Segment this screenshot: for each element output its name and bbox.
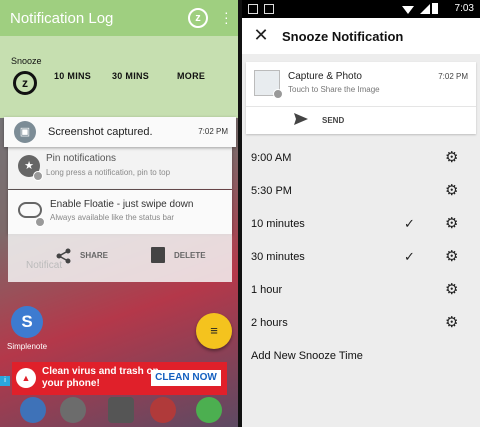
image-icon: ▣ [14, 121, 36, 143]
app-badge-icon [273, 89, 283, 99]
status-bar: 7:03 [242, 0, 480, 18]
notification-screenshot[interactable]: ▣ Screenshot captured. 7:02 PM [4, 117, 236, 147]
simplenote-app-icon[interactable]: S [11, 306, 43, 338]
floating-action-button[interactable]: ≡ [196, 313, 232, 349]
snooze-30-mins-button[interactable]: 30 MINS [112, 71, 149, 81]
notification-subtitle: Touch to Share the Image [288, 85, 380, 94]
snooze-option-10-minutes[interactable]: 10 minutes ✓ ⚙ [242, 208, 480, 241]
snooze-icon[interactable]: z [188, 8, 208, 28]
card-divider [246, 106, 476, 107]
notification-title: Screenshot captured. [48, 126, 153, 138]
notification-time: 7:02 PM [198, 127, 228, 136]
app-badge-icon [35, 217, 45, 227]
snooze-option-label: 9:00 AM [251, 152, 292, 164]
notification-pin[interactable]: ★ Pin notifications Long press a notific… [8, 147, 232, 189]
notification-title: Pin notifications [46, 153, 117, 164]
snooze-option-label: 5:30 PM [251, 185, 292, 197]
snooze-toolbar: ✕ Snooze Notification [242, 18, 480, 54]
snooze-option-2-hours[interactable]: 2 hours ⚙ [242, 307, 480, 340]
page-title: Snooze Notification [282, 29, 404, 44]
wifi-icon [402, 6, 414, 14]
check-icon: ✓ [404, 249, 415, 264]
gear-icon[interactable]: ⚙ [445, 150, 458, 166]
snooze-option-530pm[interactable]: 5:30 PM ⚙ [242, 175, 480, 208]
notification-card[interactable]: Capture & Photo Touch to Share the Image… [246, 62, 476, 134]
add-snooze-time-label: Add New Snooze Time [251, 350, 363, 362]
signal-icon [420, 4, 430, 14]
check-icon: ✓ [404, 216, 415, 231]
snooze-more-button[interactable]: MORE [177, 71, 205, 81]
app-drawer-icon[interactable] [108, 397, 134, 423]
notification-log-screen: Notification Log z · · · Snooze z 10 MINS … [0, 0, 238, 427]
gear-icon[interactable]: ⚙ [445, 216, 458, 232]
app-title: Notification Log [10, 10, 114, 27]
send-icon[interactable] [294, 113, 308, 125]
status-time: 7:03 [454, 3, 474, 14]
notification-subtitle: Always available like the status bar [50, 213, 175, 222]
gear-icon[interactable]: ⚙ [445, 183, 458, 199]
app-toolbar: Notification Log z · · · [0, 0, 238, 36]
ad-info-icon[interactable]: i [0, 376, 10, 386]
snooze-notification-screen: 7:03 ✕ Snooze Notification Capture & Pho… [242, 0, 480, 427]
trash-icon[interactable] [151, 247, 165, 263]
add-snooze-time-button[interactable]: Add New Snooze Time [242, 340, 480, 373]
notification-title: Capture & Photo [288, 71, 362, 82]
snooze-option-label: 1 hour [251, 284, 283, 296]
snooze-option-label: 2 hours [251, 317, 288, 329]
snooze-option-9am[interactable]: 9:00 AM ⚙ [242, 142, 480, 175]
overflow-menu-icon[interactable]: · · · [224, 5, 229, 29]
share-button[interactable]: SHARE [80, 251, 108, 260]
notification-floatie[interactable]: Enable Floatie - just swipe down Always … [8, 190, 232, 234]
battery-icon [432, 3, 438, 14]
dock [0, 395, 238, 427]
ad-logo-icon: ▲ [16, 368, 36, 388]
simplenote-app-label: Simplenote [7, 342, 48, 351]
snooze-bar: Snooze z 10 MINS 30 MINS MORE [0, 36, 238, 118]
whatsapp-app-icon[interactable] [196, 397, 222, 423]
snooze-option-label: 10 minutes [251, 218, 305, 230]
notification-actions: Notificat SHARE DELETE [8, 234, 232, 282]
gallery-icon [248, 4, 258, 14]
snooze-clock-icon: z [13, 71, 37, 95]
snooze-option-30-minutes[interactable]: 30 minutes ✓ ⚙ [242, 241, 480, 274]
delete-button[interactable]: DELETE [174, 251, 206, 260]
ad-text: Clean virus and trash on your phone! [42, 366, 159, 389]
screenshot-icon [264, 4, 274, 14]
share-icon[interactable] [55, 247, 73, 265]
snooze-option-label: 30 minutes [251, 251, 305, 263]
app-badge-icon [33, 171, 43, 181]
phone-app-icon[interactable] [20, 397, 46, 423]
snooze-label: Snooze [11, 56, 42, 66]
gear-icon[interactable]: ⚙ [445, 315, 458, 331]
messages-app-icon[interactable] [60, 397, 86, 423]
send-button[interactable]: SEND [322, 116, 344, 125]
notification-title: Enable Floatie - just swipe down [50, 199, 194, 210]
gear-icon[interactable]: ⚙ [445, 282, 458, 298]
snooze-option-1-hour[interactable]: 1 hour ⚙ [242, 274, 480, 307]
ad-banner[interactable]: ▲ Clean virus and trash on your phone! C… [12, 362, 227, 395]
notification-time: 7:02 PM [438, 72, 468, 81]
browser-app-icon[interactable] [150, 397, 176, 423]
cloud-icon [18, 202, 42, 218]
notification-subtitle: Long press a notification, pin to top [46, 168, 171, 177]
ad-cta-button[interactable]: CLEAN NOW [151, 370, 221, 386]
gear-icon[interactable]: ⚙ [445, 249, 458, 265]
snooze-10-mins-button[interactable]: 10 MINS [54, 71, 91, 81]
close-icon[interactable]: ✕ [250, 24, 272, 46]
